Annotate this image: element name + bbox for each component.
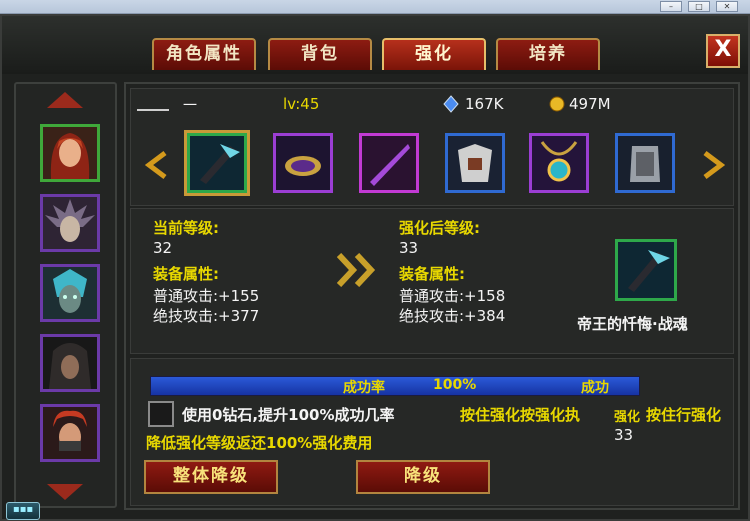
tab-cultivate[interactable]: 培养	[496, 38, 600, 70]
equipment-slot-necklace[interactable]	[273, 133, 333, 193]
window-title-bar: – □ ✕	[0, 0, 750, 14]
double-arrow-icon	[336, 252, 379, 291]
after-level-value: 33	[399, 239, 419, 257]
gold-count: 497M	[569, 95, 611, 113]
game-window: 角色属性 背包 强化 培养 X ▪▪▪ 一 lv:45 167K 497M 当前…	[0, 14, 750, 521]
character-name: 一	[183, 98, 197, 114]
chevron-right-icon[interactable]	[703, 151, 726, 179]
after-normal-attack: 普通攻击:+158	[399, 287, 506, 305]
character-portrait[interactable]	[40, 194, 100, 252]
enhance-hint: 按住强化按强化执	[460, 406, 581, 424]
equipment-slot-blade[interactable]	[359, 133, 419, 193]
tab-character-attributes[interactable]: 角色属性	[152, 38, 256, 70]
character-portrait[interactable]	[40, 334, 100, 392]
tab-enhance[interactable]: 强化	[382, 38, 486, 70]
scroll-up-arrow-icon[interactable]	[47, 92, 83, 108]
window-close-button[interactable]: ✕	[716, 1, 738, 12]
success-rate-bar: 成功率 100% 成功	[150, 376, 640, 396]
character-list	[14, 82, 117, 508]
diamond-checkbox[interactable]	[148, 401, 174, 427]
name-underline	[137, 109, 169, 111]
equipment-slot-weapon[interactable]	[187, 133, 247, 193]
current-level-label: 当前等级:	[153, 219, 219, 237]
tab-backpack[interactable]: 背包	[268, 38, 372, 70]
diamond-count: 167K	[465, 95, 504, 113]
minimize-button[interactable]: –	[660, 1, 682, 12]
selected-item-name: 帝王的忏悔·战魂	[577, 315, 688, 333]
current-attr-label: 装备属性:	[153, 265, 219, 283]
after-level-label: 强化后等级:	[399, 219, 480, 237]
refund-note: 降低强化等级返还100%强化费用	[146, 434, 373, 452]
chevron-left-icon[interactable]	[144, 151, 167, 179]
success-rate-value: 100%	[433, 377, 477, 393]
character-portrait[interactable]	[40, 264, 100, 322]
equipment-selector: 一 lv:45 167K 497M	[130, 88, 734, 206]
current-skill-attack: 绝技攻击:+377	[153, 307, 260, 325]
equipment-slot-armor[interactable]	[445, 133, 505, 193]
enhance-comparison: 当前等级: 32 装备属性: 普通攻击:+155 绝技攻击:+377 强化后等级…	[130, 208, 734, 354]
enhance-hint-overlay: 强化	[614, 410, 641, 425]
success-status: 成功	[581, 380, 609, 396]
gold-coin-icon	[549, 96, 565, 116]
character-portrait[interactable]	[40, 124, 100, 182]
equipment-slot-gauntlet[interactable]	[615, 133, 675, 193]
enhance-hint-continue: 按住行强化	[646, 406, 722, 424]
maximize-button[interactable]: □	[688, 1, 710, 12]
downgrade-button[interactable]: 降级	[356, 460, 490, 494]
menu-toggle-icon[interactable]: ▪▪▪	[6, 502, 40, 520]
level-label: lv:45	[283, 95, 320, 113]
diamond-option-label: 使用0钻石,提升100%成功几率	[182, 406, 395, 424]
enhance-count: 33	[614, 426, 634, 444]
character-portrait[interactable]	[40, 404, 100, 462]
selected-item-icon	[615, 239, 677, 301]
tab-strip: 角色属性 背包 强化 培养 X	[2, 16, 748, 74]
diamond-icon	[443, 95, 459, 117]
equipment-slot-amulet[interactable]	[529, 133, 589, 193]
after-attr-label: 装备属性:	[399, 265, 465, 283]
success-rate-label: 成功率	[343, 380, 385, 396]
after-skill-attack: 绝技攻击:+384	[399, 307, 506, 325]
current-level-value: 32	[153, 239, 173, 257]
close-button[interactable]: X	[706, 34, 740, 68]
scroll-down-arrow-icon[interactable]	[47, 484, 83, 500]
current-normal-attack: 普通攻击:+155	[153, 287, 260, 305]
overall-downgrade-button[interactable]: 整体降级	[144, 460, 278, 494]
